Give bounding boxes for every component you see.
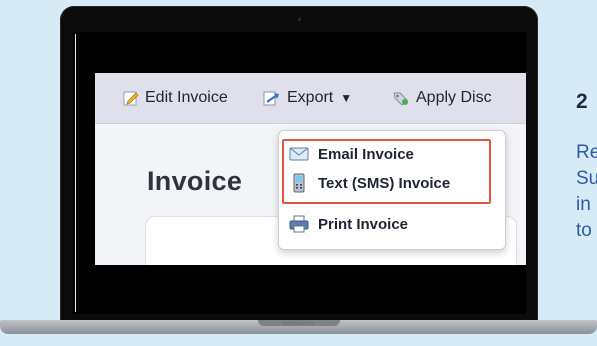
export-label: Export <box>287 89 334 106</box>
stage: Edit Invoice Export ▼ Apply Disc Invoice… <box>0 0 597 346</box>
toolbar: Edit Invoice Export ▼ Apply Disc <box>95 73 526 124</box>
menu-item-email-invoice[interactable]: Email Invoice <box>288 143 414 165</box>
camera-icon <box>298 18 301 21</box>
email-invoice-label: Email Invoice <box>318 145 414 163</box>
export-dropdown-menu: Email Invoice Text (SMS) Invoice Print I… <box>278 130 506 250</box>
export-icon <box>263 90 281 106</box>
pencil-icon <box>123 90 139 106</box>
apply-discount-label: Apply Disc <box>416 89 492 106</box>
step-description: Re Su in to <box>576 140 597 244</box>
step-line: in <box>576 194 591 215</box>
step-line: Su <box>576 168 597 189</box>
step-number: 2 <box>576 90 588 113</box>
laptop-brand: NoteBook Pro <box>282 321 315 327</box>
edit-invoice-label: Edit Invoice <box>145 89 228 106</box>
envelope-icon <box>288 147 310 161</box>
screen-edge <box>75 34 76 312</box>
apply-discount-button[interactable]: Apply Disc <box>392 88 492 108</box>
menu-item-print-invoice[interactable]: Print Invoice <box>288 213 408 235</box>
invoice-app: Edit Invoice Export ▼ Apply Disc Invoice… <box>95 73 526 265</box>
export-button[interactable]: Export ▼ <box>263 88 352 108</box>
tag-icon <box>392 90 410 106</box>
step-line: to <box>576 220 592 241</box>
page-title: Invoice <box>147 166 243 196</box>
edit-invoice-button[interactable]: Edit Invoice <box>123 88 228 108</box>
caret-down-icon: ▼ <box>340 91 353 105</box>
menu-item-text-sms-invoice[interactable]: Text (SMS) Invoice <box>288 172 450 194</box>
phone-icon <box>288 173 310 193</box>
laptop-screen: Edit Invoice Export ▼ Apply Disc Invoice… <box>73 32 526 314</box>
printer-icon <box>288 215 310 233</box>
step-line: Re <box>576 142 597 163</box>
text-sms-invoice-label: Text (SMS) Invoice <box>318 174 451 192</box>
print-invoice-label: Print Invoice <box>318 215 409 233</box>
